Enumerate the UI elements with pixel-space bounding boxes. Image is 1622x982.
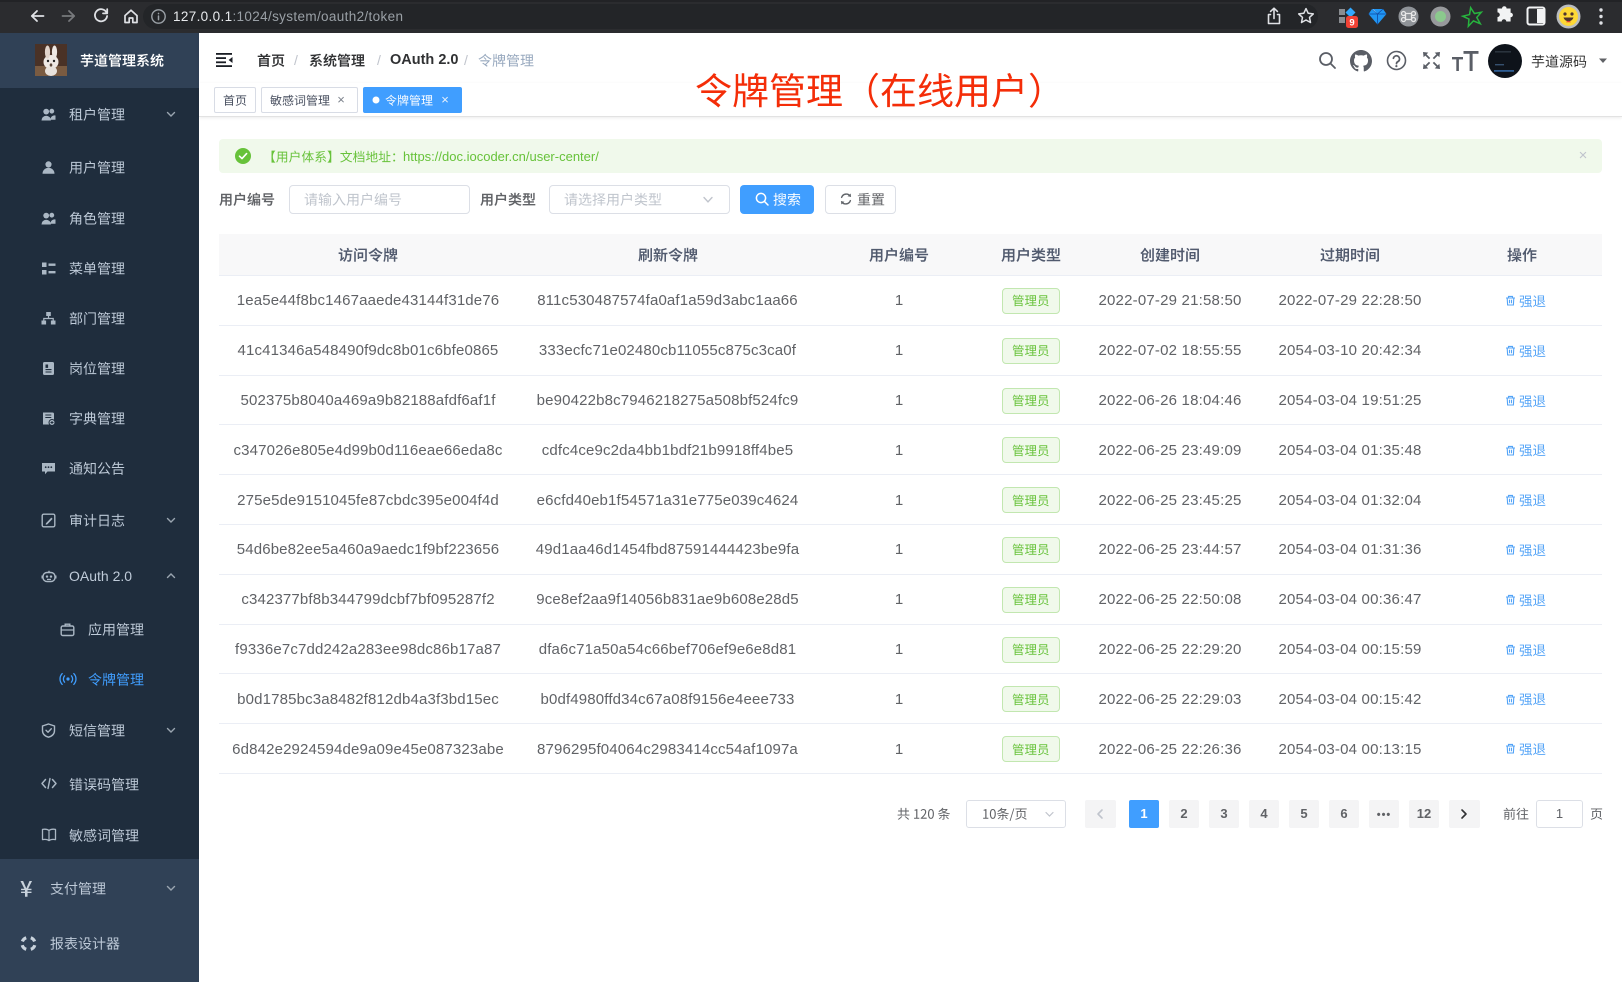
- svg-text:9: 9: [1349, 18, 1354, 29]
